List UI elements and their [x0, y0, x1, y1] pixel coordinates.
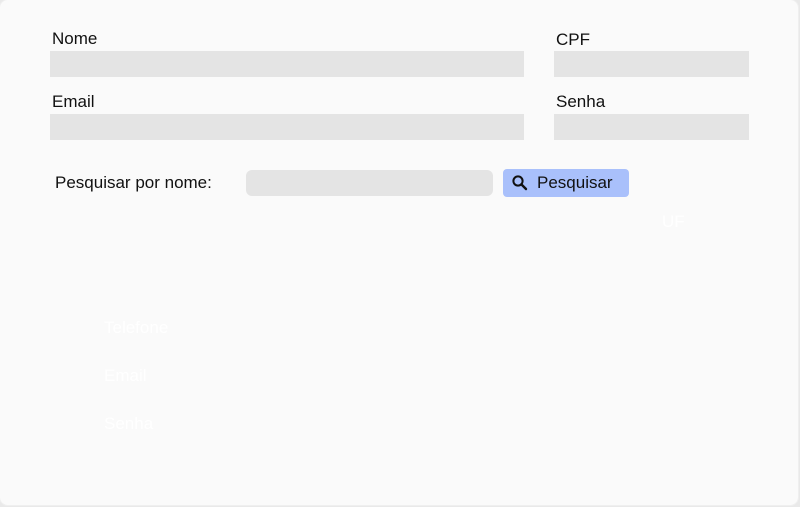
senha-label: Senha [556, 92, 606, 111]
search-button-label: Pesquisar [537, 173, 613, 192]
senha-field[interactable] [554, 114, 749, 140]
form-card: Nome CPF Email Senha Pesquisar por nome:… [0, 0, 798, 505]
uf-label: UF [662, 212, 685, 231]
search-label: Pesquisar por nome: [55, 173, 212, 192]
email-label: Email [52, 92, 95, 111]
nome-field[interactable] [50, 51, 524, 77]
search-icon [511, 174, 529, 192]
nome-label: Nome [52, 29, 98, 48]
email-field[interactable] [50, 114, 524, 140]
search-button[interactable]: Pesquisar [503, 169, 629, 197]
cpf-field[interactable] [554, 51, 749, 77]
email-label-secondary: Email [104, 366, 147, 385]
cpf-label: CPF [556, 30, 590, 49]
senha-label-secondary: Senha [104, 414, 154, 433]
telefone-label: Telefone [104, 318, 169, 337]
search-input[interactable] [246, 170, 493, 196]
